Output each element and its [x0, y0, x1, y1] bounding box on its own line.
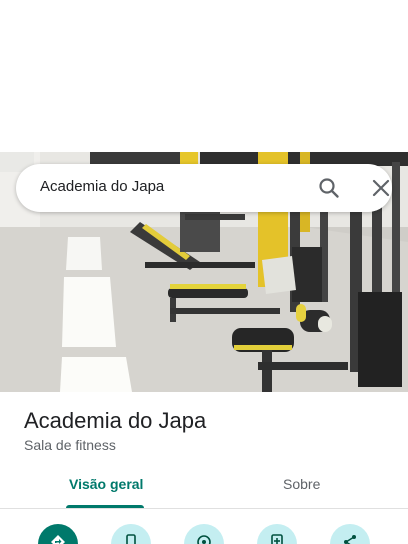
action-bar — [0, 520, 408, 544]
directions-icon — [50, 534, 66, 544]
search-bar[interactable]: Academia do Japa — [16, 164, 392, 212]
call-button[interactable] — [111, 524, 151, 544]
save-icon — [269, 534, 285, 544]
share-icon — [342, 534, 358, 544]
share-button[interactable] — [330, 524, 370, 544]
close-icon[interactable] — [370, 177, 392, 199]
location-icon — [196, 534, 212, 544]
active-tab-indicator — [66, 505, 144, 508]
place-title: Academia do Japa — [24, 408, 207, 433]
map-blank-area — [0, 0, 408, 152]
location-button[interactable] — [184, 524, 224, 544]
tab-bar: Visão geral Sobre — [0, 466, 408, 509]
search-icon[interactable] — [318, 177, 340, 199]
place-category: Sala de fitness — [24, 437, 116, 453]
save-button[interactable] — [257, 524, 297, 544]
tab-about[interactable]: Sobre — [283, 476, 320, 492]
phone-icon — [123, 534, 139, 544]
directions-button[interactable] — [38, 524, 78, 544]
search-input[interactable]: Academia do Japa — [40, 178, 164, 195]
tab-overview[interactable]: Visão geral — [69, 476, 143, 492]
